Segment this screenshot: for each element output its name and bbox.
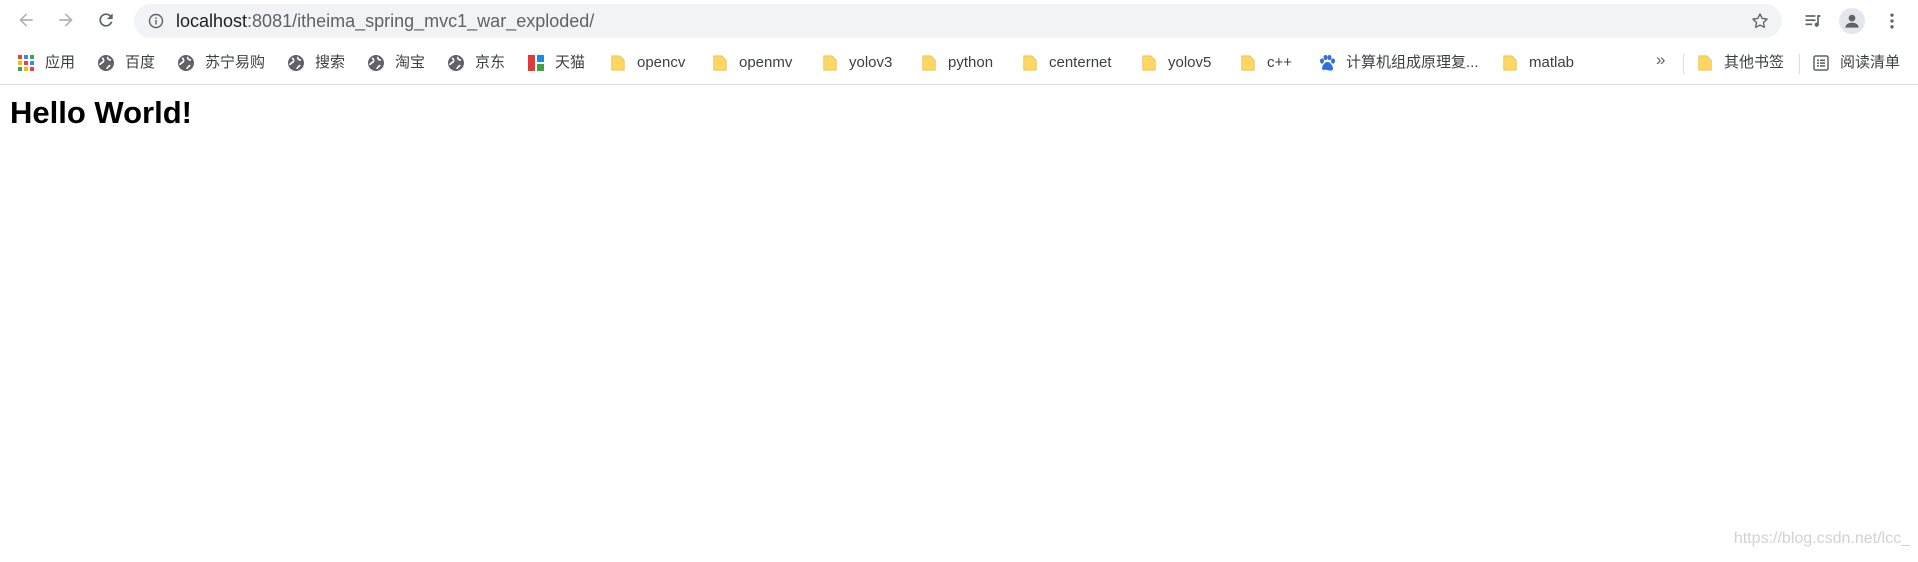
forward-button[interactable] xyxy=(51,5,81,35)
reload-icon xyxy=(99,13,113,27)
bookmark-label: 搜索 xyxy=(315,54,346,71)
bookmark-taobao[interactable]: 淘宝 xyxy=(367,50,425,76)
bookmark-folder-openmv[interactable]: openmv xyxy=(711,50,792,76)
globe-icon xyxy=(97,54,115,72)
folder-icon xyxy=(1501,54,1519,72)
bookmark-jd[interactable]: 京东 xyxy=(447,50,505,76)
bookmark-label: 京东 xyxy=(475,54,506,71)
page-heading: Hello World! xyxy=(10,95,192,130)
bookmark-folder-yolov3[interactable]: yolov3 xyxy=(821,50,892,76)
playlist-music-icon xyxy=(1805,15,1821,27)
reload-button[interactable] xyxy=(91,5,121,35)
bookmark-folder-matlab[interactable]: matlab xyxy=(1501,50,1574,76)
tmall-icon xyxy=(527,54,545,72)
bookmark-label: 淘宝 xyxy=(395,54,426,71)
bookmark-star-icon[interactable] xyxy=(1750,11,1770,31)
bookmark-label: matlab xyxy=(1529,54,1575,71)
arrow-left-icon xyxy=(19,13,33,27)
bookmark-label: 其他书签 xyxy=(1724,54,1785,71)
apps-grid-icon xyxy=(17,54,35,72)
folder-icon xyxy=(1140,54,1158,72)
bookmark-label: 天猫 xyxy=(555,54,586,71)
media-control-button[interactable] xyxy=(1797,5,1829,37)
menu-button[interactable] xyxy=(1876,5,1908,37)
bookmark-folder-cpp[interactable]: c++ xyxy=(1239,50,1292,76)
browser-toolbar: localhost:8081/itheima_spring_mvc1_war_e… xyxy=(0,0,1918,42)
bookmarks-overflow-button[interactable]: » xyxy=(1656,50,1665,70)
bookmark-search[interactable]: 搜索 xyxy=(287,50,345,76)
browser-window: localhost:8081/itheima_spring_mvc1_war_e… xyxy=(0,0,1918,562)
profile-button[interactable] xyxy=(1836,5,1868,37)
address-bar[interactable]: localhost:8081/itheima_spring_mvc1_war_e… xyxy=(134,4,1782,38)
bookmark-label: openmv xyxy=(739,54,793,71)
globe-icon xyxy=(447,54,465,72)
arrow-right-icon xyxy=(59,13,73,27)
bookmark-tmall[interactable]: 天猫 xyxy=(527,50,585,76)
folder-icon xyxy=(1239,54,1257,72)
bookmark-label: python xyxy=(948,54,994,71)
folder-icon xyxy=(609,54,627,72)
folder-icon xyxy=(1021,54,1039,72)
kebab-menu-icon xyxy=(1890,13,1894,29)
bookmark-folder-yolov5[interactable]: yolov5 xyxy=(1140,50,1211,76)
folder-icon xyxy=(821,54,839,72)
bookmark-baidu[interactable]: 百度 xyxy=(97,50,155,76)
bookmark-apps[interactable]: 应用 xyxy=(17,50,75,76)
person-icon xyxy=(1845,14,1859,28)
globe-icon xyxy=(177,54,195,72)
bookmark-label: c++ xyxy=(1267,54,1293,71)
globe-icon xyxy=(287,54,305,72)
bookmark-label: centernet xyxy=(1049,54,1112,71)
page-content: Hello World! https://blog.csdn.net/lcc_ xyxy=(0,85,1918,562)
back-button[interactable] xyxy=(11,5,41,35)
avatar xyxy=(1839,8,1865,34)
bookmarks-divider xyxy=(1683,54,1684,74)
bookmark-folder-opencv[interactable]: opencv xyxy=(609,50,685,76)
url-path: :8081/itheima_spring_mvc1_war_exploded/ xyxy=(247,10,595,31)
bookmark-label: 应用 xyxy=(45,54,76,71)
bookmark-label: yolov5 xyxy=(1168,54,1212,71)
info-icon[interactable] xyxy=(148,13,164,29)
bookmark-other-bookmarks[interactable]: 其他书签 xyxy=(1696,50,1784,76)
bookmark-folder-python[interactable]: python xyxy=(920,50,993,76)
baidu-paw-icon xyxy=(1318,54,1336,72)
bookmark-label: 计算机组成原理复... xyxy=(1346,54,1479,71)
bookmark-folder-centernet[interactable]: centernet xyxy=(1021,50,1112,76)
bookmark-suning[interactable]: 苏宁易购 xyxy=(177,50,265,76)
bookmarks-divider xyxy=(1799,54,1800,74)
folder-icon xyxy=(920,54,938,72)
bookmark-label: yolov3 xyxy=(849,54,893,71)
reading-list-label: 阅读清单 xyxy=(1840,54,1901,71)
folder-icon xyxy=(1696,54,1714,72)
folder-icon xyxy=(711,54,729,72)
bookmark-label: 苏宁易购 xyxy=(205,54,266,71)
url-text[interactable]: localhost:8081/itheima_spring_mvc1_war_e… xyxy=(176,11,594,32)
url-host: localhost xyxy=(176,10,248,31)
watermark-text: https://blog.csdn.net/lcc_ xyxy=(1733,530,1910,547)
bookmark-computer-org[interactable]: 计算机组成原理复... xyxy=(1318,50,1479,76)
globe-icon xyxy=(367,54,385,72)
bookmark-label: opencv xyxy=(637,54,686,71)
reading-list-icon xyxy=(1812,54,1830,72)
reading-list-button[interactable]: 阅读清单 xyxy=(1812,50,1900,76)
bookmark-label: 百度 xyxy=(125,54,156,71)
bookmarks-bar: 应用 百度 苏宁易购 搜索 淘宝 京东 天猫 opencv openmv yol… xyxy=(0,42,1918,85)
